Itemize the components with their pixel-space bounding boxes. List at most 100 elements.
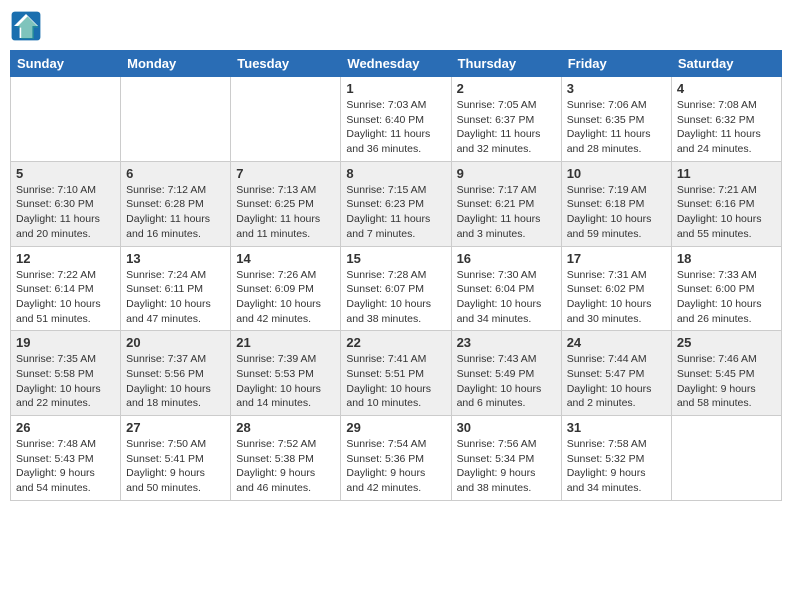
col-header-monday: Monday: [121, 51, 231, 77]
calendar-cell: 25Sunrise: 7:46 AM Sunset: 5:45 PM Dayli…: [671, 331, 781, 416]
col-header-wednesday: Wednesday: [341, 51, 451, 77]
week-row-5: 26 Sunrise: 7:48 AM Sunset: 5:43 PM Dayli…: [11, 416, 782, 501]
calendar-table: SundayMondayTuesdayWednesdayThursdayFrid…: [10, 50, 782, 501]
week-row-1: 1 Sunrise: 7:03 AM Sunset: 6:40 PM Daylig…: [11, 77, 782, 162]
day-info: Sunrise: 7:41 AM Sunset: 5:51 PM Dayligh…: [346, 352, 445, 411]
calendar-cell: 19 Sunrise: 7:35 AM Sunset: 5:58 PM Dayli…: [11, 331, 121, 416]
calendar-cell: [121, 77, 231, 162]
day-number: 13: [126, 251, 225, 266]
col-header-thursday: Thursday: [451, 51, 561, 77]
day-info: Sunrise: 7:08 AM Sunset: 6:32 PM Dayligh…: [677, 98, 776, 157]
col-header-sunday: Sunday: [11, 51, 121, 77]
day-number: 6: [126, 166, 225, 181]
day-info: Sunrise: 7:56 AM Sunset: 5:34 PM Dayligh…: [457, 437, 556, 496]
header-row: SundayMondayTuesdayWednesdayThursdayFrid…: [11, 51, 782, 77]
day-info: Sunrise: 7:05 AM Sunset: 6:37 PM Dayligh…: [457, 98, 556, 157]
day-info: Sunrise: 7:22 AM Sunset: 6:14 PM Dayligh…: [16, 268, 115, 327]
week-row-2: 5 Sunrise: 7:10 AM Sunset: 6:30 PM Daylig…: [11, 161, 782, 246]
day-number: 7: [236, 166, 335, 181]
day-number: 11: [677, 166, 776, 181]
day-info: Sunrise: 7:13 AM Sunset: 6:25 PM Dayligh…: [236, 183, 335, 242]
calendar-cell: 18 Sunrise: 7:33 AM Sunset: 6:00 PM Dayli…: [671, 246, 781, 331]
day-number: 23: [457, 335, 556, 350]
day-number: 4: [677, 81, 776, 96]
day-number: 16: [457, 251, 556, 266]
calendar-cell: [231, 77, 341, 162]
calendar-cell: 9 Sunrise: 7:17 AM Sunset: 6:21 PM Daylig…: [451, 161, 561, 246]
logo: [10, 10, 46, 42]
calendar-cell: 16Sunrise: 7:30 AM Sunset: 6:04 PM Dayli…: [451, 246, 561, 331]
calendar-cell: 29Sunrise: 7:54 AM Sunset: 5:36 PM Dayli…: [341, 416, 451, 501]
calendar-cell: 5 Sunrise: 7:10 AM Sunset: 6:30 PM Daylig…: [11, 161, 121, 246]
calendar-cell: 10 Sunrise: 7:19 AM Sunset: 6:18 PM Dayli…: [561, 161, 671, 246]
day-info: Sunrise: 7:31 AM Sunset: 6:02 PM Dayligh…: [567, 268, 666, 327]
day-number: 1: [346, 81, 445, 96]
day-info: Sunrise: 7:24 AM Sunset: 6:11 PM Dayligh…: [126, 268, 225, 327]
day-info: Sunrise: 7:28 AM Sunset: 6:07 PM Dayligh…: [346, 268, 445, 327]
day-info: Sunrise: 7:52 AM Sunset: 5:38 PM Dayligh…: [236, 437, 335, 496]
calendar-cell: [11, 77, 121, 162]
calendar-cell: 23 Sunrise: 7:43 AM Sunset: 5:49 PM Dayli…: [451, 331, 561, 416]
col-header-friday: Friday: [561, 51, 671, 77]
day-info: Sunrise: 7:19 AM Sunset: 6:18 PM Dayligh…: [567, 183, 666, 242]
day-number: 22: [346, 335, 445, 350]
day-number: 12: [16, 251, 115, 266]
day-number: 10: [567, 166, 666, 181]
calendar-cell: 8 Sunrise: 7:15 AM Sunset: 6:23 PM Daylig…: [341, 161, 451, 246]
day-number: 15: [346, 251, 445, 266]
day-info: Sunrise: 7:35 AM Sunset: 5:58 PM Dayligh…: [16, 352, 115, 411]
calendar-cell: 27 Sunrise: 7:50 AM Sunset: 5:41 PM Dayli…: [121, 416, 231, 501]
col-header-tuesday: Tuesday: [231, 51, 341, 77]
day-info: Sunrise: 7:58 AM Sunset: 5:32 PM Dayligh…: [567, 437, 666, 496]
day-info: Sunrise: 7:21 AM Sunset: 6:16 PM Dayligh…: [677, 183, 776, 242]
week-row-4: 19 Sunrise: 7:35 AM Sunset: 5:58 PM Dayli…: [11, 331, 782, 416]
day-info: Sunrise: 7:48 AM Sunset: 5:43 PM Dayligh…: [16, 437, 115, 496]
day-info: Sunrise: 7:03 AM Sunset: 6:40 PM Dayligh…: [346, 98, 445, 157]
calendar-cell: 20 Sunrise: 7:37 AM Sunset: 5:56 PM Dayli…: [121, 331, 231, 416]
calendar-cell: [671, 416, 781, 501]
day-info: Sunrise: 7:43 AM Sunset: 5:49 PM Dayligh…: [457, 352, 556, 411]
calendar-cell: 4 Sunrise: 7:08 AM Sunset: 6:32 PM Daylig…: [671, 77, 781, 162]
page-header: [10, 10, 782, 42]
day-number: 31: [567, 420, 666, 435]
day-info: Sunrise: 7:26 AM Sunset: 6:09 PM Dayligh…: [236, 268, 335, 327]
calendar-cell: 1 Sunrise: 7:03 AM Sunset: 6:40 PM Daylig…: [341, 77, 451, 162]
day-info: Sunrise: 7:44 AM Sunset: 5:47 PM Dayligh…: [567, 352, 666, 411]
calendar-cell: 22 Sunrise: 7:41 AM Sunset: 5:51 PM Dayli…: [341, 331, 451, 416]
day-number: 19: [16, 335, 115, 350]
day-info: Sunrise: 7:39 AM Sunset: 5:53 PM Dayligh…: [236, 352, 335, 411]
calendar-cell: 30 Sunrise: 7:56 AM Sunset: 5:34 PM Dayli…: [451, 416, 561, 501]
day-number: 8: [346, 166, 445, 181]
day-info: Sunrise: 7:10 AM Sunset: 6:30 PM Dayligh…: [16, 183, 115, 242]
day-number: 5: [16, 166, 115, 181]
day-number: 20: [126, 335, 225, 350]
day-info: Sunrise: 7:12 AM Sunset: 6:28 PM Dayligh…: [126, 183, 225, 242]
day-info: Sunrise: 7:50 AM Sunset: 5:41 PM Dayligh…: [126, 437, 225, 496]
day-number: 27: [126, 420, 225, 435]
day-info: Sunrise: 7:46 AM Sunset: 5:45 PM Dayligh…: [677, 352, 776, 411]
day-number: 30: [457, 420, 556, 435]
calendar-cell: 17 Sunrise: 7:31 AM Sunset: 6:02 PM Dayli…: [561, 246, 671, 331]
day-number: 26: [16, 420, 115, 435]
calendar-cell: 15 Sunrise: 7:28 AM Sunset: 6:07 PM Dayli…: [341, 246, 451, 331]
calendar-cell: 11 Sunrise: 7:21 AM Sunset: 6:16 PM Dayli…: [671, 161, 781, 246]
day-number: 21: [236, 335, 335, 350]
calendar-cell: 7 Sunrise: 7:13 AM Sunset: 6:25 PM Daylig…: [231, 161, 341, 246]
day-number: 14: [236, 251, 335, 266]
day-number: 28: [236, 420, 335, 435]
calendar-cell: 12 Sunrise: 7:22 AM Sunset: 6:14 PM Dayli…: [11, 246, 121, 331]
calendar-cell: 31 Sunrise: 7:58 AM Sunset: 5:32 PM Dayli…: [561, 416, 671, 501]
day-info: Sunrise: 7:15 AM Sunset: 6:23 PM Dayligh…: [346, 183, 445, 242]
calendar-cell: 24Sunrise: 7:44 AM Sunset: 5:47 PM Dayli…: [561, 331, 671, 416]
day-info: Sunrise: 7:33 AM Sunset: 6:00 PM Dayligh…: [677, 268, 776, 327]
day-info: Sunrise: 7:54 AM Sunset: 5:36 PM Dayligh…: [346, 437, 445, 496]
day-number: 17: [567, 251, 666, 266]
day-info: Sunrise: 7:37 AM Sunset: 5:56 PM Dayligh…: [126, 352, 225, 411]
day-number: 9: [457, 166, 556, 181]
calendar-cell: 26 Sunrise: 7:48 AM Sunset: 5:43 PM Dayli…: [11, 416, 121, 501]
day-info: Sunrise: 7:17 AM Sunset: 6:21 PM Dayligh…: [457, 183, 556, 242]
day-number: 2: [457, 81, 556, 96]
day-number: 18: [677, 251, 776, 266]
calendar-cell: 2 Sunrise: 7:05 AM Sunset: 6:37 PM Daylig…: [451, 77, 561, 162]
calendar-cell: 21 Sunrise: 7:39 AM Sunset: 5:53 PM Dayli…: [231, 331, 341, 416]
